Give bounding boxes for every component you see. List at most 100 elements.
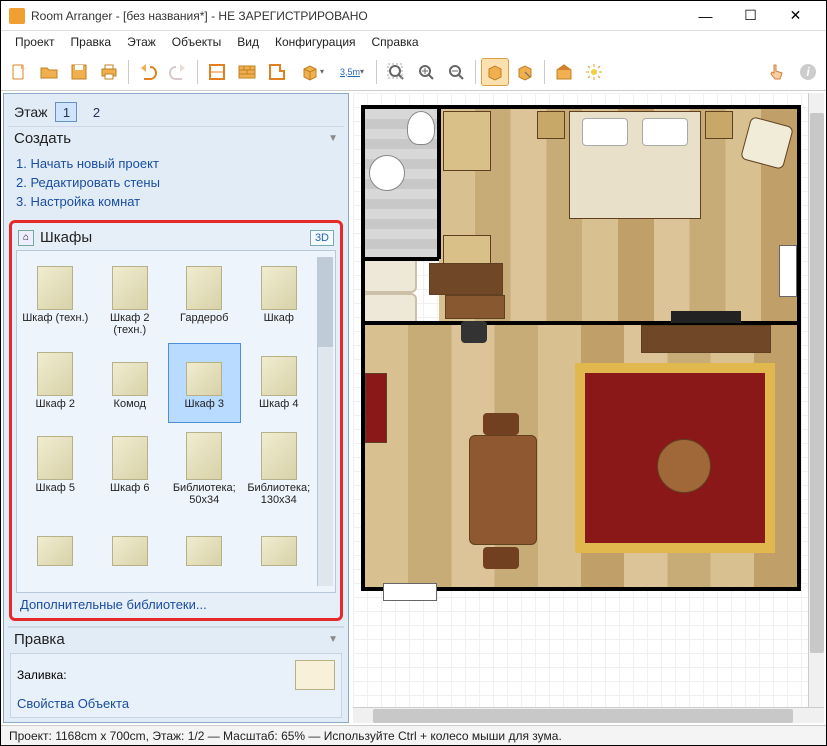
dining-table[interactable] bbox=[469, 435, 537, 545]
menu-view[interactable]: Вид bbox=[229, 33, 267, 51]
library-item-label: Гардероб bbox=[180, 312, 228, 334]
status-text: Проект: 1168cm x 700cm, Этаж: 1/2 — Масш… bbox=[9, 729, 562, 743]
library-item[interactable] bbox=[168, 513, 241, 586]
zoom-in-button[interactable] bbox=[412, 58, 440, 86]
undo-button[interactable] bbox=[134, 58, 162, 86]
object-properties-link[interactable]: Свойства Объекта bbox=[17, 690, 335, 711]
library-item-label: Шкаф 2 bbox=[36, 398, 75, 420]
library-item[interactable]: Шкаф bbox=[243, 257, 316, 339]
library-item-label: Шкаф 5 bbox=[36, 482, 75, 504]
nightstand-1[interactable] bbox=[537, 111, 565, 139]
redo-button[interactable] bbox=[164, 58, 192, 86]
fill-label: Заливка: bbox=[17, 668, 67, 682]
more-libraries-link[interactable]: Дополнительные библиотеки... bbox=[20, 597, 207, 612]
library-panel: ⌂ Шкафы 3D Шкаф (техн.)Шкаф 2 (техн.) Гар… bbox=[9, 220, 343, 621]
library-item-label: Комод bbox=[114, 398, 146, 420]
open-button[interactable] bbox=[35, 58, 63, 86]
library-title: Шкафы bbox=[40, 229, 92, 246]
close-button[interactable]: ✕ bbox=[773, 2, 818, 30]
library-item[interactable]: Шкаф 5 bbox=[19, 427, 92, 509]
house-3d-button[interactable] bbox=[550, 58, 578, 86]
wardrobe-1[interactable] bbox=[443, 111, 491, 171]
create-room-settings-link[interactable]: 3. Настройка комнат bbox=[16, 192, 336, 211]
library-item[interactable]: Комод bbox=[94, 343, 167, 423]
bookshelf[interactable] bbox=[365, 373, 387, 443]
canvas-area bbox=[353, 93, 824, 723]
new-project-button[interactable] bbox=[5, 58, 33, 86]
desk[interactable] bbox=[445, 295, 505, 319]
print-button[interactable] bbox=[95, 58, 123, 86]
move-wall-button[interactable] bbox=[511, 58, 539, 86]
chair-1[interactable] bbox=[483, 413, 519, 435]
library-item[interactable] bbox=[243, 513, 316, 586]
door-1[interactable] bbox=[383, 583, 437, 601]
sink-object[interactable] bbox=[369, 155, 405, 191]
floor-plan-canvas[interactable] bbox=[353, 93, 808, 707]
menu-edit[interactable]: Правка bbox=[63, 33, 120, 51]
library-item[interactable] bbox=[19, 513, 92, 586]
create-section-header[interactable]: Создать ▼ bbox=[8, 126, 344, 150]
library-item-label: Библиотека; 50x34 bbox=[171, 482, 238, 506]
library-item-label: Шкаф bbox=[264, 312, 294, 334]
vertical-scrollbar[interactable] bbox=[808, 93, 824, 707]
nightstand-2[interactable] bbox=[705, 111, 733, 139]
save-button[interactable] bbox=[65, 58, 93, 86]
titlebar: Room Arranger - [без названия*] - НЕ ЗАР… bbox=[1, 1, 826, 31]
floor-2-button[interactable]: 2 bbox=[85, 102, 107, 122]
touch-mode-button[interactable] bbox=[762, 58, 790, 86]
minimize-button[interactable]: — bbox=[683, 2, 728, 30]
library-item[interactable]: Библиотека; 130x34 bbox=[243, 427, 316, 509]
render-button[interactable] bbox=[580, 58, 608, 86]
dimension-button[interactable]: 3,5m▾ bbox=[333, 58, 371, 86]
walls-button[interactable] bbox=[203, 58, 231, 86]
dresser[interactable] bbox=[429, 263, 503, 295]
library-item[interactable]: Шкаф 2 bbox=[19, 343, 92, 423]
toolbar: ▾ 3,5m▾ i bbox=[1, 53, 826, 91]
create-edit-walls-link[interactable]: 2. Редактировать стены bbox=[16, 173, 336, 192]
room-shape-button[interactable] bbox=[263, 58, 291, 86]
library-item-label: Шкаф 3 bbox=[185, 398, 224, 420]
bed-object[interactable] bbox=[569, 111, 701, 219]
library-scrollbar[interactable] bbox=[317, 257, 333, 586]
coffee-table[interactable] bbox=[657, 439, 711, 493]
library-item[interactable] bbox=[94, 513, 167, 586]
info-button[interactable]: i bbox=[794, 58, 822, 86]
library-item[interactable]: Шкаф (техн.) bbox=[19, 257, 92, 339]
menu-floor[interactable]: Этаж bbox=[119, 33, 164, 51]
chevron-down-icon: ▾ bbox=[360, 67, 364, 76]
toilet-object[interactable] bbox=[407, 111, 435, 145]
tv-stand[interactable] bbox=[641, 325, 771, 353]
window-title: Room Arranger - [без названия*] - НЕ ЗАР… bbox=[31, 9, 683, 23]
floor-1-button[interactable]: 1 bbox=[55, 102, 77, 122]
desk-chair[interactable] bbox=[461, 321, 487, 343]
menu-objects[interactable]: Объекты bbox=[164, 33, 230, 51]
menu-help[interactable]: Справка bbox=[364, 33, 427, 51]
menu-config[interactable]: Конфигурация bbox=[267, 33, 364, 51]
chevron-down-icon: ▾ bbox=[320, 67, 324, 76]
library-3d-button[interactable]: 3D bbox=[310, 230, 334, 246]
fill-swatch[interactable] bbox=[295, 660, 335, 690]
box-object-button[interactable]: ▾ bbox=[293, 58, 331, 86]
statusbar: Проект: 1168cm x 700cm, Этаж: 1/2 — Масш… bbox=[1, 725, 826, 745]
zoom-out-button[interactable] bbox=[442, 58, 470, 86]
create-new-project-link[interactable]: 1. Начать новый проект bbox=[16, 154, 336, 173]
chair-2[interactable] bbox=[483, 547, 519, 569]
floor-label: Этаж bbox=[14, 104, 47, 120]
library-item[interactable]: Шкаф 4 bbox=[243, 343, 316, 423]
select-tool-button[interactable] bbox=[481, 58, 509, 86]
library-item[interactable]: Библиотека; 50x34 bbox=[168, 427, 241, 509]
home-icon[interactable]: ⌂ bbox=[18, 230, 34, 246]
library-item[interactable]: Шкаф 2 (техн.) bbox=[94, 257, 167, 339]
zoom-fit-button[interactable] bbox=[382, 58, 410, 86]
library-item[interactable]: Гардероб bbox=[168, 257, 241, 339]
library-item[interactable]: Шкаф 6 bbox=[94, 427, 167, 509]
horizontal-scrollbar[interactable] bbox=[353, 707, 824, 723]
library-grid: Шкаф (техн.)Шкаф 2 (техн.) Гардероб Шкаф Шк… bbox=[19, 257, 315, 586]
brick-wall-button[interactable] bbox=[233, 58, 261, 86]
library-item[interactable]: Шкаф 3 bbox=[168, 343, 241, 423]
tv[interactable] bbox=[671, 311, 741, 323]
door-2[interactable] bbox=[779, 245, 797, 297]
maximize-button[interactable]: ☐ bbox=[728, 2, 773, 30]
edit-section-header[interactable]: Правка ▼ bbox=[8, 627, 344, 651]
menu-project[interactable]: Проект bbox=[7, 33, 63, 51]
